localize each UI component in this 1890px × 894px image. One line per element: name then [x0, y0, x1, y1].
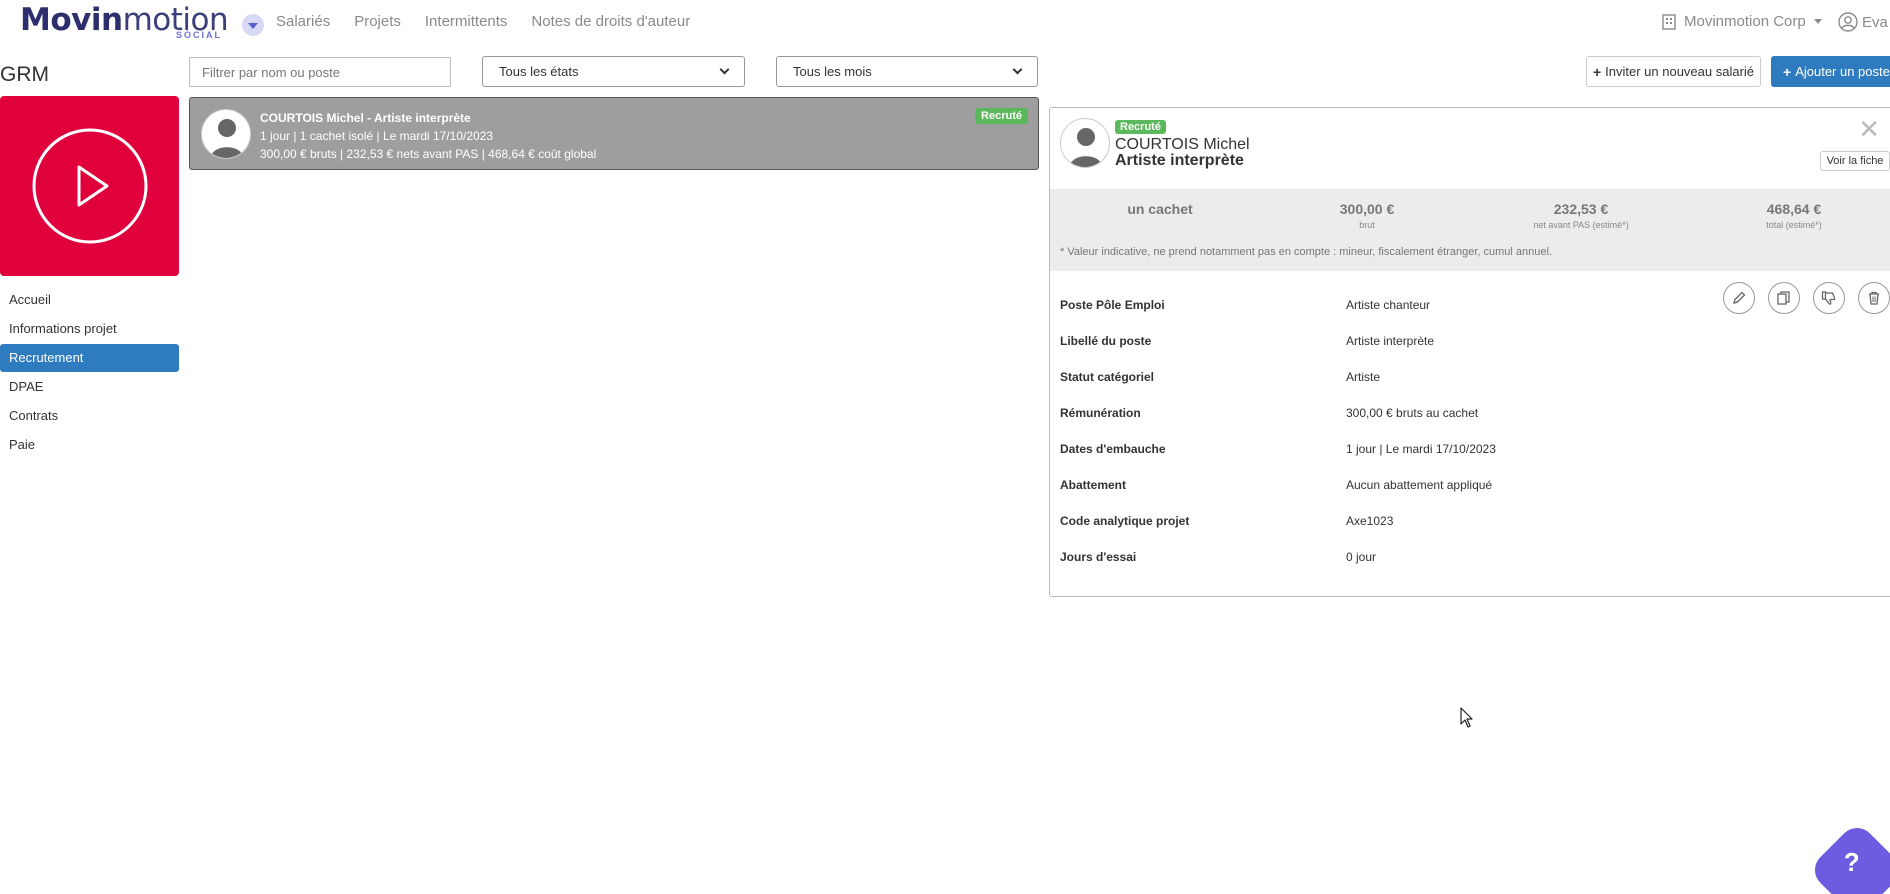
caret-down-icon	[1813, 19, 1822, 24]
trash-icon	[1869, 291, 1879, 305]
recruit-schedule: 1 jour | 1 cachet isolé | Le mardi 17/10…	[260, 129, 494, 143]
project-card[interactable]	[0, 96, 179, 276]
recruit-title: COURTOIS Michel - Artiste interprète	[260, 111, 471, 125]
nav-link-notes-droits-auteur[interactable]: Notes de droits d'auteur	[531, 13, 690, 30]
company-selector[interactable]: Movinmotion Corp	[1662, 13, 1822, 30]
status-badge: Recruté	[1115, 120, 1166, 134]
detail-actions	[1723, 282, 1890, 314]
close-icon[interactable]: ✕	[1858, 116, 1880, 142]
employee-role: Artiste interprète	[1115, 152, 1244, 169]
copy-icon	[1777, 291, 1790, 305]
net-value: 232,53 €	[1553, 201, 1609, 217]
total-label: total (estimé*)	[1766, 220, 1822, 230]
play-icon	[32, 128, 147, 244]
gross-label: brut	[1359, 220, 1375, 230]
field-row: Libellé du poste Artiste interprète	[1060, 334, 1435, 348]
user-menu[interactable]: Eva	[1838, 12, 1888, 32]
view-profile-button[interactable]: Voir la fiche	[1820, 151, 1890, 171]
field-row: Rémunération 300,00 € bruts au cachet	[1060, 406, 1479, 420]
field-row: Abattement Aucun abattement appliqué	[1060, 478, 1493, 492]
plus-icon: +	[1783, 63, 1792, 80]
sidebar-item-dpae[interactable]: DPAE	[0, 373, 179, 401]
total-value: 468,64 €	[1766, 201, 1822, 217]
detail-fields: Poste Pôle Emploi Artiste chanteur Libell…	[1060, 287, 1890, 575]
estimate-note: * Valeur indicative, ne prend notamment …	[1060, 246, 1553, 258]
invite-employee-button[interactable]: + Inviter un nouveau salarié	[1586, 56, 1761, 87]
search-input[interactable]	[189, 57, 451, 87]
month-select[interactable]: Tous les mois	[776, 56, 1038, 87]
sidebar-menu: Accueil Informations projet Recrutement …	[0, 286, 179, 460]
top-navbar: Movinmotion SOCIAL Salariés Projets Inte…	[0, 0, 1890, 44]
sidebar-item-contrats[interactable]: Contrats	[0, 402, 179, 430]
field-row: Code analytique projet Axe1023	[1060, 514, 1394, 528]
movinmotion-logo[interactable]: Movinmotion SOCIAL	[20, 2, 229, 40]
edit-button[interactable]	[1723, 282, 1755, 314]
field-row: Jours d'essai 0 jour	[1060, 550, 1377, 564]
nav-toggle-button[interactable]	[242, 14, 264, 36]
pay-summary: un cachet 300,00 € brut 232,53 € net ava…	[1050, 189, 1890, 271]
sidebar-item-accueil[interactable]: Accueil	[0, 286, 179, 314]
chevron-down-icon	[719, 64, 730, 75]
user-silhouette-icon	[1069, 128, 1103, 167]
reject-button[interactable]	[1813, 282, 1845, 314]
recruit-pay: 300,00 € bruts | 232,53 € nets avant PAS…	[260, 147, 597, 161]
user-silhouette-icon	[210, 119, 244, 158]
company-name: Movinmotion Corp	[1684, 13, 1806, 30]
sidebar-item-informations-projet[interactable]: Informations projet	[0, 315, 179, 343]
nav-link-salaries[interactable]: Salariés	[276, 13, 330, 30]
sidebar-item-paie[interactable]: Paie	[0, 431, 179, 459]
status-badge: Recruté	[975, 108, 1028, 124]
add-position-button[interactable]: + Ajouter un poste	[1771, 56, 1890, 87]
building-icon	[1662, 13, 1676, 30]
sidebar-item-recrutement[interactable]: Recrutement	[0, 344, 179, 372]
edit-icon	[1733, 291, 1746, 304]
thumbs-down-icon	[1821, 291, 1836, 305]
plus-icon: +	[1592, 63, 1602, 80]
help-icon: ?	[1843, 847, 1860, 878]
project-title: GRM	[0, 63, 49, 86]
chevron-down-icon	[248, 23, 258, 29]
help-button[interactable]: ?	[1807, 820, 1890, 894]
field-row: Dates d'embauche 1 jour | Le mardi 17/10/…	[1060, 442, 1496, 456]
chevron-down-icon	[1012, 64, 1023, 75]
user-circle-icon	[1838, 12, 1858, 32]
user-name: Eva	[1862, 13, 1888, 31]
recruit-list-item[interactable]: COURTOIS Michel - Artiste interprète 1 j…	[189, 97, 1039, 170]
gross-value: 300,00 €	[1339, 201, 1395, 217]
nav-link-projets[interactable]: Projets	[354, 13, 401, 30]
nav-link-intermittents[interactable]: Intermittents	[425, 13, 508, 30]
recruit-detail-panel: Recruté COURTOIS Michel Artiste interprè…	[1049, 107, 1890, 597]
duplicate-button[interactable]	[1768, 282, 1800, 314]
avatar	[201, 109, 251, 159]
field-row: Statut catégoriel Artiste	[1060, 370, 1381, 384]
mouse-cursor-icon	[1460, 707, 1473, 728]
cachet-count: un cachet	[1127, 201, 1193, 217]
avatar	[1060, 118, 1110, 168]
delete-button[interactable]	[1858, 282, 1890, 314]
net-label: net avant PAS (estimé*)	[1533, 220, 1629, 230]
state-select[interactable]: Tous les états	[482, 56, 745, 87]
